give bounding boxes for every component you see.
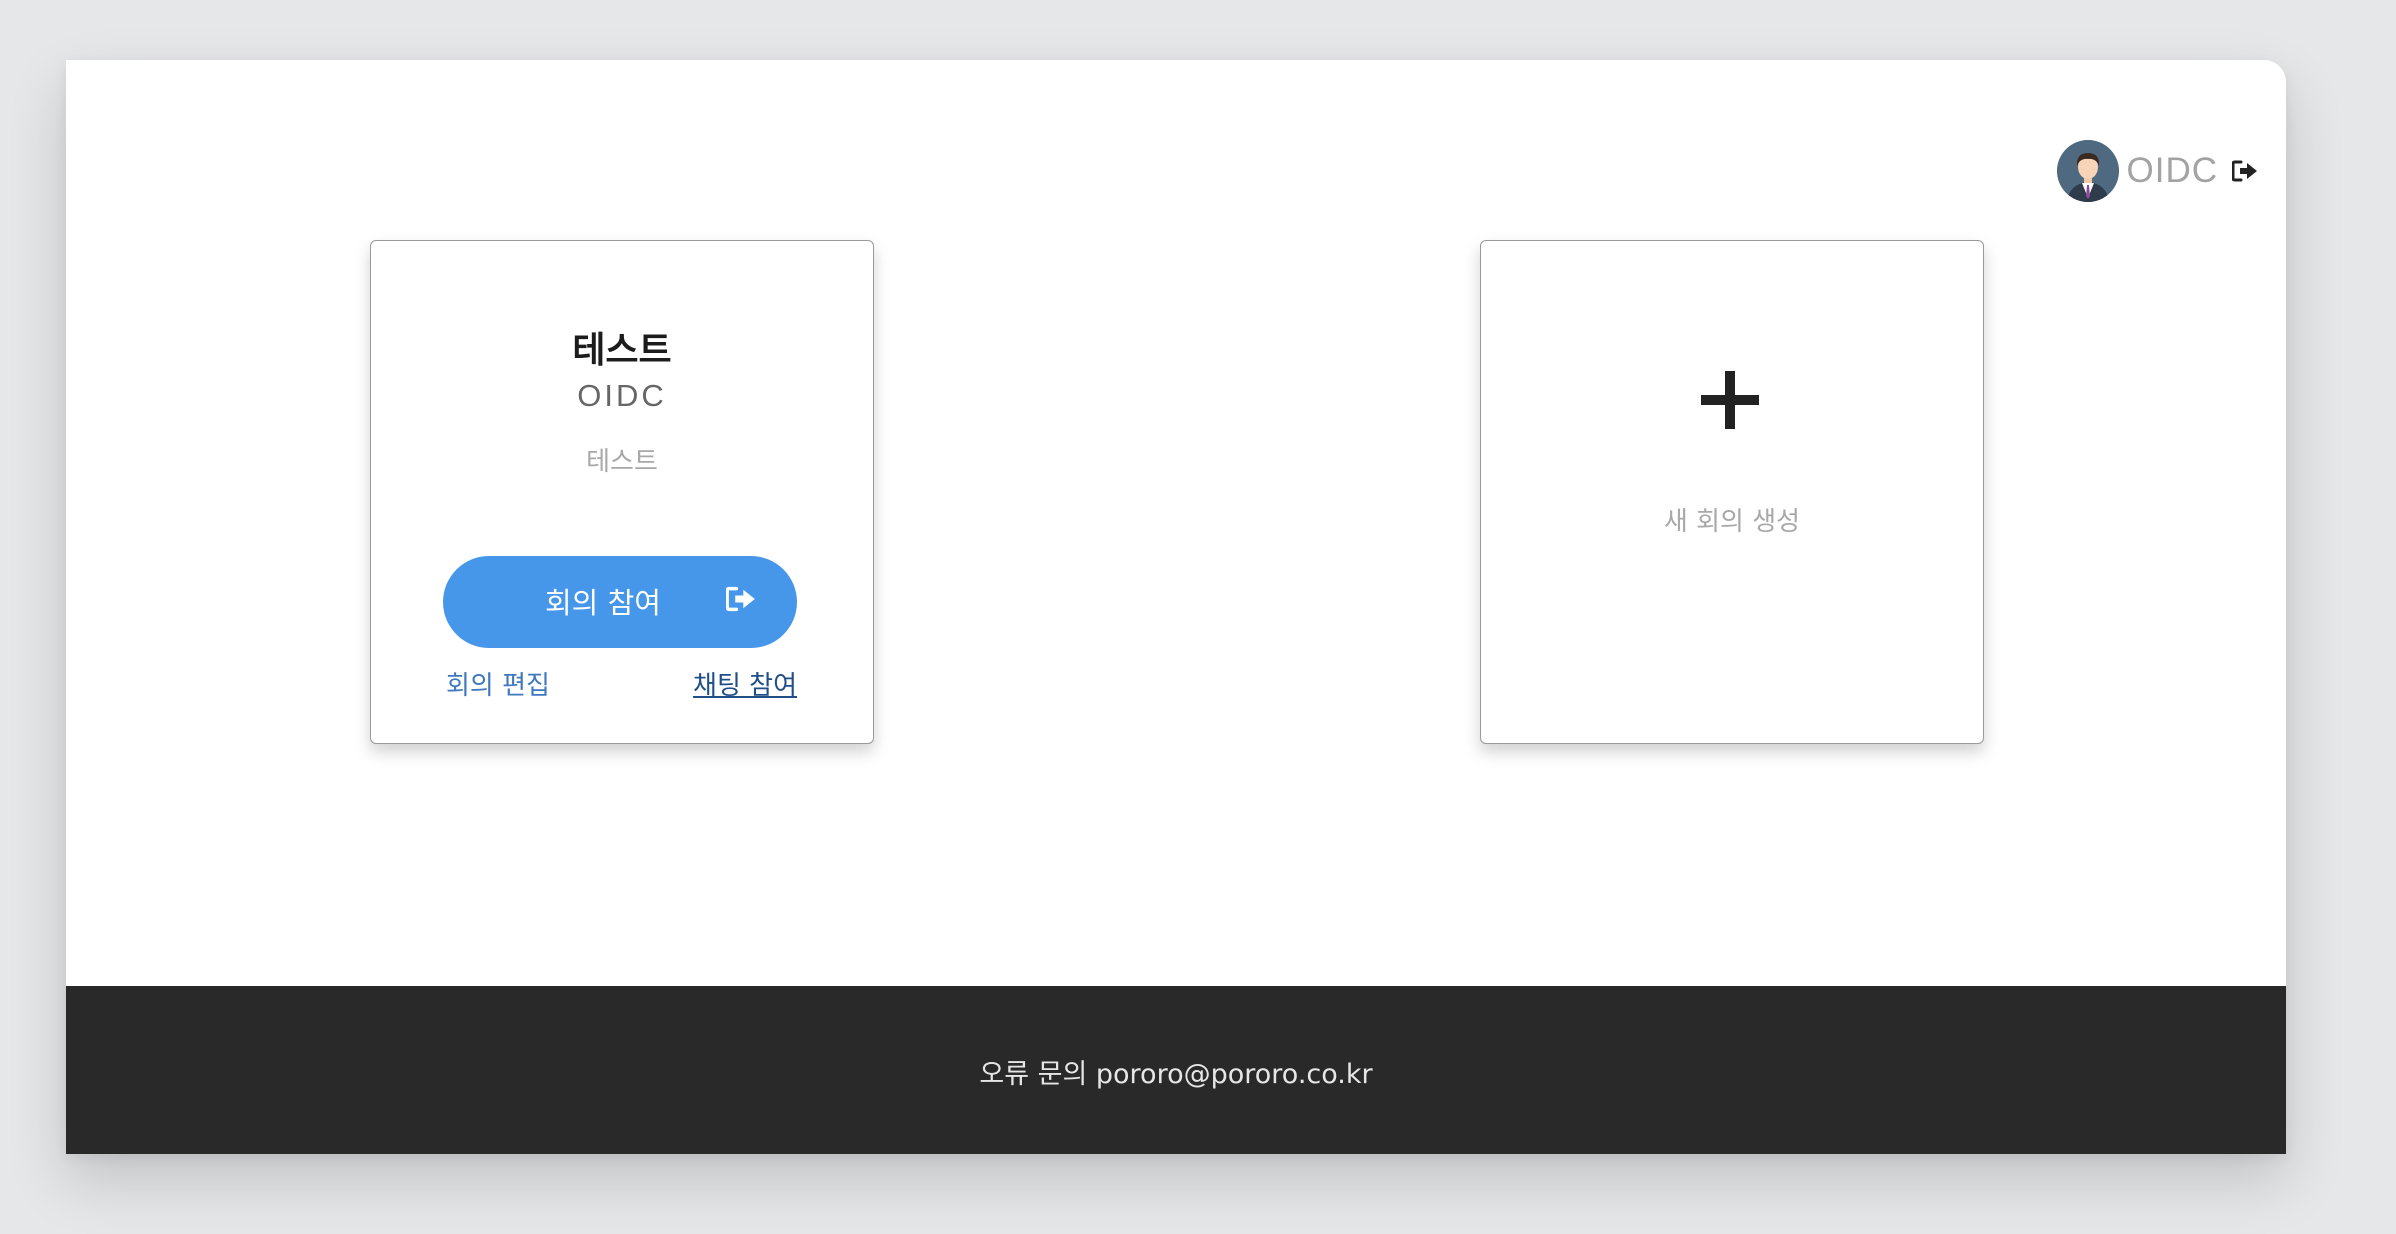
create-meeting-label: 새 회의 생성 xyxy=(1663,507,1801,537)
join-meeting-label: 회의 참여 xyxy=(545,586,661,620)
app-window: OIDC 테스트 OIDC 테스트 회의 참여 회의 편집 채팅 참여 새 회의… xyxy=(66,60,2286,1154)
meeting-card: 테스트 OIDC 테스트 회의 참여 회의 편집 채팅 참여 xyxy=(370,240,874,744)
footer: 오류 문의 pororo@pororo.co.kr xyxy=(66,986,2286,1154)
sign-out-icon xyxy=(725,586,758,618)
footer-contact-text: 오류 문의 pororo@pororo.co.kr xyxy=(979,1059,1373,1090)
join-meeting-button[interactable]: 회의 참여 xyxy=(443,556,797,648)
join-chat-link[interactable]: 채팅 참여 xyxy=(693,665,797,702)
user-menu: OIDC xyxy=(2056,140,2261,202)
meeting-title: 테스트 xyxy=(572,330,672,371)
meeting-host: OIDC xyxy=(577,378,667,413)
sign-out-icon[interactable] xyxy=(2232,157,2260,185)
user-avatar[interactable] xyxy=(2056,140,2119,202)
username-label: OIDC xyxy=(2126,151,2218,190)
meeting-description: 테스트 xyxy=(586,447,658,477)
plus-icon xyxy=(1701,371,1759,429)
edit-meeting-link[interactable]: 회의 편집 xyxy=(446,665,550,702)
create-meeting-card[interactable]: 새 회의 생성 xyxy=(1480,240,1984,744)
